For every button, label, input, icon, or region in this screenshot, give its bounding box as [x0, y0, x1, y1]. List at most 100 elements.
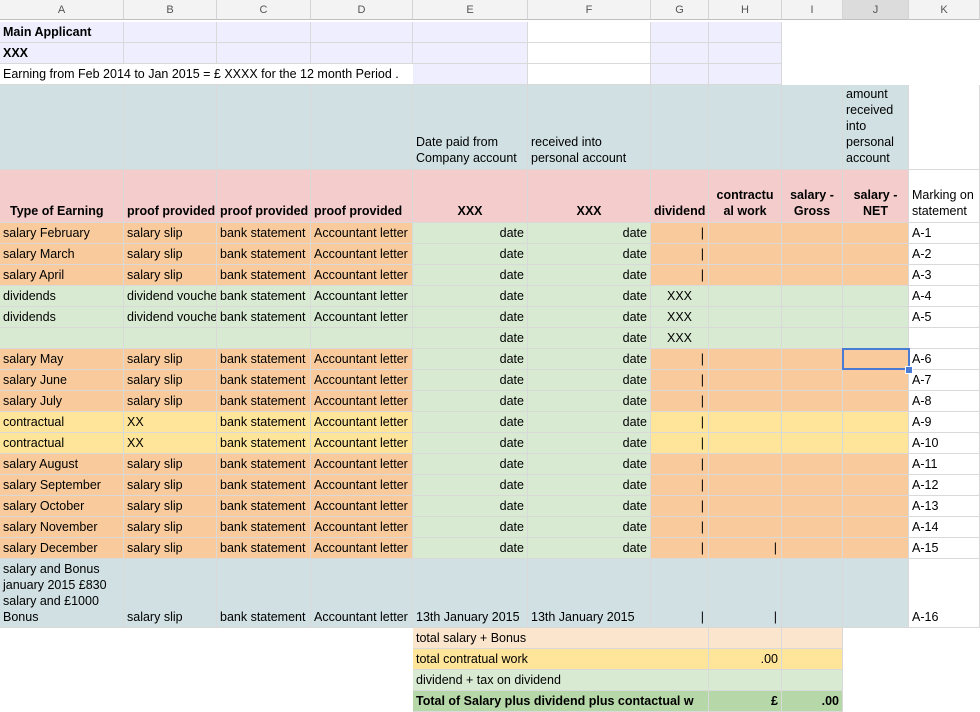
cell-i-row-12[interactable] [782, 454, 843, 475]
cell-bonus-dividend[interactable]: | [651, 559, 709, 628]
cell-i-row-3[interactable] [782, 265, 843, 286]
cell-c-row-13[interactable]: bank statement [217, 475, 311, 496]
cell-main-applicant[interactable]: Main Applicant [0, 22, 124, 43]
cell-k-row-15[interactable]: A-14 [909, 517, 980, 538]
cell-g-row-6[interactable]: XXX [651, 328, 709, 349]
cell-g-row-11[interactable]: | [651, 433, 709, 454]
cell-i-row-1[interactable] [782, 223, 843, 244]
cell-j-row-5[interactable] [843, 307, 909, 328]
cell[interactable] [909, 85, 980, 170]
cell-f-row-11[interactable]: date [528, 433, 651, 454]
cell-k-row-7[interactable]: A-6 [909, 349, 980, 370]
cell-e-row-10[interactable]: date [413, 412, 528, 433]
cell-d-row-2[interactable]: Accountant letter [311, 244, 413, 265]
column-header-a[interactable]: A [0, 0, 124, 20]
cell-e-row-2[interactable]: date [413, 244, 528, 265]
cell-bonus-proof[interactable]: salary slip [124, 559, 217, 628]
cell-c-row-10[interactable]: bank statement [217, 412, 311, 433]
cell-h-row-1[interactable] [709, 223, 782, 244]
cell-h-row-10[interactable] [709, 412, 782, 433]
cell-g-row-10[interactable]: | [651, 412, 709, 433]
cell-k-row-5[interactable]: A-5 [909, 307, 980, 328]
cell[interactable] [124, 43, 217, 64]
cell-c-row-16[interactable]: bank statement [217, 538, 311, 559]
cell-a-row-13[interactable]: salary September [0, 475, 124, 496]
cell-k-row-2[interactable]: A-2 [909, 244, 980, 265]
cell-d-row-1[interactable]: Accountant letter [311, 223, 413, 244]
cell[interactable] [651, 22, 709, 43]
cell-i-row-14[interactable] [782, 496, 843, 517]
cell-bonus-marking[interactable]: A-16 [909, 559, 980, 628]
header-salary-net[interactable]: salary - NET [843, 170, 909, 223]
cell-j-row-3[interactable] [843, 265, 909, 286]
cell-k-row-11[interactable]: A-10 [909, 433, 980, 454]
cell-d-row-6[interactable] [311, 328, 413, 349]
cell-h-row-12[interactable] [709, 454, 782, 475]
cell-h-row-7[interactable] [709, 349, 782, 370]
cell-k-row-16[interactable]: A-15 [909, 538, 980, 559]
cell-b-row-12[interactable]: salary slip [124, 454, 217, 475]
cell-j-row-16[interactable] [843, 538, 909, 559]
cell-f-row-1[interactable]: date [528, 223, 651, 244]
cell-j-row-1[interactable] [843, 223, 909, 244]
cell-j-row-11[interactable] [843, 433, 909, 454]
cell-g-row-12[interactable]: | [651, 454, 709, 475]
cell-i-row-4[interactable] [782, 286, 843, 307]
cell-c-row-12[interactable]: bank statement [217, 454, 311, 475]
cell-i-row-16[interactable] [782, 538, 843, 559]
header-contractual-work[interactable]: contractu al work [709, 170, 782, 223]
header-proof-provided-b[interactable]: proof provided [124, 170, 217, 223]
grand-total-value[interactable]: .00 [782, 691, 843, 712]
cell[interactable] [413, 43, 528, 64]
column-header-d[interactable]: D [311, 0, 413, 20]
cell-e-row-13[interactable]: date [413, 475, 528, 496]
cell-c-row-14[interactable]: bank statement [217, 496, 311, 517]
cell-c-row-9[interactable]: bank statement [217, 391, 311, 412]
cell-a-row-7[interactable]: salary May [0, 349, 124, 370]
cell-k-row-4[interactable]: A-4 [909, 286, 980, 307]
header-salary-gross[interactable]: salary - Gross [782, 170, 843, 223]
cell-h-row-11[interactable] [709, 433, 782, 454]
cell-k-row-10[interactable]: A-9 [909, 412, 980, 433]
cell-d-row-8[interactable]: Accountant letter [311, 370, 413, 391]
cell-a-row-16[interactable]: salary December [0, 538, 124, 559]
cell-f-row-7[interactable]: date [528, 349, 651, 370]
cell-xxx[interactable]: XXX [0, 43, 124, 64]
column-header-b[interactable]: B [124, 0, 217, 20]
cell-e-row-11[interactable]: date [413, 433, 528, 454]
cell-f-row-2[interactable]: date [528, 244, 651, 265]
cell-e-row-1[interactable]: date [413, 223, 528, 244]
cell-j-row-12[interactable] [843, 454, 909, 475]
cell-f-row-9[interactable]: date [528, 391, 651, 412]
cell-d-row-11[interactable]: Accountant letter [311, 433, 413, 454]
cell[interactable] [311, 43, 413, 64]
header-proof-provided-c[interactable]: proof provided [217, 170, 311, 223]
cell[interactable] [528, 64, 651, 85]
cell-c-row-5[interactable]: bank statement [217, 307, 311, 328]
cell-d-row-16[interactable]: Accountant letter [311, 538, 413, 559]
cell[interactable] [651, 64, 709, 85]
cell-g-row-5[interactable]: XXX [651, 307, 709, 328]
cell-e-row-4[interactable]: date [413, 286, 528, 307]
cell-b-row-8[interactable]: salary slip [124, 370, 217, 391]
cell-h-row-8[interactable] [709, 370, 782, 391]
header-xxx-e[interactable]: XXX [413, 170, 528, 223]
cell[interactable] [782, 628, 843, 649]
cell-d-row-7[interactable]: Accountant letter [311, 349, 413, 370]
column-header-h[interactable]: H [709, 0, 782, 20]
cell-c-row-8[interactable]: bank statement [217, 370, 311, 391]
cell-i-row-7[interactable] [782, 349, 843, 370]
cell-b-row-16[interactable]: salary slip [124, 538, 217, 559]
cell-j-row-14[interactable] [843, 496, 909, 517]
cell[interactable] [782, 85, 843, 170]
cell-bonus-accountant[interactable]: Accountant letter [311, 559, 413, 628]
cell[interactable] [651, 43, 709, 64]
cell-f-row-16[interactable]: date [528, 538, 651, 559]
cell[interactable] [651, 649, 709, 670]
cell-j-row-6[interactable] [843, 328, 909, 349]
cell-d-row-12[interactable]: Accountant letter [311, 454, 413, 475]
cell-a-row-5[interactable]: dividends [0, 307, 124, 328]
cell-b-row-7[interactable]: salary slip [124, 349, 217, 370]
cell-f-row-6[interactable]: date [528, 328, 651, 349]
cell-c-row-1[interactable]: bank statement [217, 223, 311, 244]
